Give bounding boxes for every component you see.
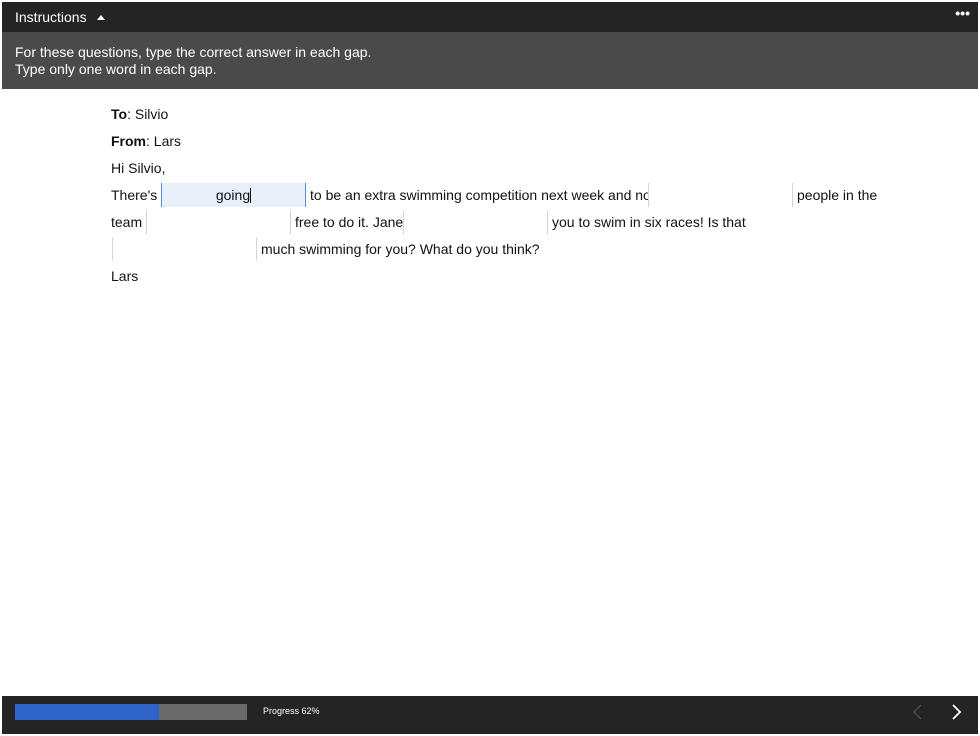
progress-label: Progress 62% <box>263 706 320 716</box>
instructions-panel: For these questions, type the correct an… <box>2 32 978 89</box>
greeting: Hi Silvio, <box>111 160 166 176</box>
chevron-left-icon <box>912 704 922 720</box>
to-value: : Silvio <box>127 106 169 122</box>
next-button[interactable] <box>946 702 966 722</box>
text-line2-end: you to swim in six races! Is that <box>552 214 746 230</box>
email-from-row: From: Lars <box>111 129 181 153</box>
previous-button[interactable] <box>908 702 928 722</box>
text-team: team <box>111 214 143 230</box>
text-line1-end: people in the <box>797 187 878 203</box>
signoff: Lars <box>111 268 139 284</box>
instructions-toggle[interactable]: Instructions <box>15 9 105 25</box>
instructions-label: Instructions <box>15 9 87 25</box>
to-label: To <box>111 106 128 122</box>
from-label: From <box>111 133 146 149</box>
instructions-line-2: Type only one word in each gap. <box>15 61 217 77</box>
text-line3: much swimming for you? What do you think… <box>261 241 540 257</box>
gap-input-1[interactable]: going <box>161 183 306 207</box>
gap-input-5[interactable] <box>112 237 257 261</box>
gap-input-4[interactable] <box>403 210 548 234</box>
instructions-line-1: For these questions, type the correct an… <box>15 44 372 60</box>
chevron-right-icon <box>952 704 962 720</box>
caret-up-icon <box>96 14 105 20</box>
test-window: Instructions ••• For these questions, ty… <box>2 2 978 734</box>
more-options-button[interactable]: ••• <box>955 6 970 20</box>
bottom-bar: Progress 62% <box>2 696 978 734</box>
email-to-row: To: Silvio <box>111 102 168 126</box>
gap-input-2[interactable] <box>648 183 793 207</box>
top-bar: Instructions ••• <box>2 2 978 32</box>
gap-1-value: going <box>215 187 251 203</box>
from-value: : Lars <box>146 133 182 149</box>
text-theres: There's <box>111 187 158 203</box>
text-cursor <box>250 188 252 203</box>
progress-fill <box>15 704 159 720</box>
text-line2-mid: free to do it. Jane <box>295 214 404 230</box>
text-line1-mid: to be an extra swimming competition next… <box>310 187 655 203</box>
progress-bar <box>15 704 247 720</box>
gap-input-3[interactable] <box>146 210 291 234</box>
